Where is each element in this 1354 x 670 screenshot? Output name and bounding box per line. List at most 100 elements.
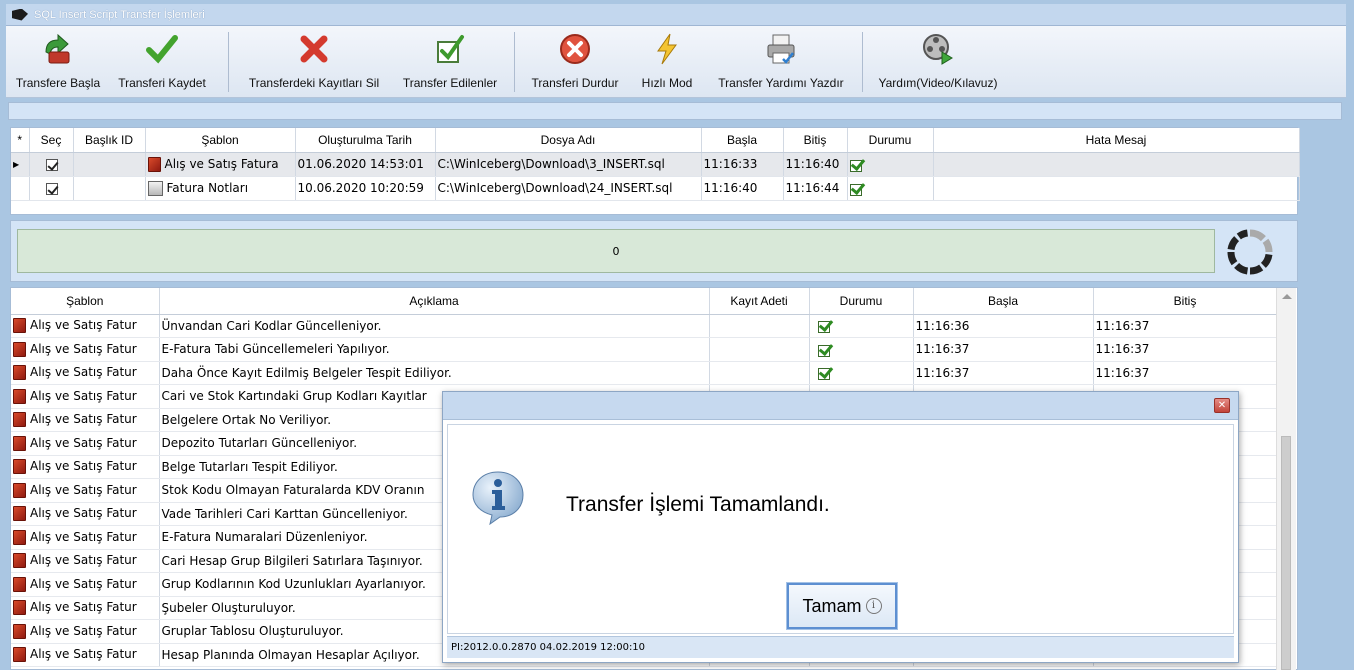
stop-icon — [560, 34, 590, 64]
select-checkbox[interactable] — [29, 152, 74, 177]
invoice-icon — [13, 623, 26, 639]
stop-transfer-button[interactable]: Transferi Durdur — [522, 26, 628, 96]
info-icon — [472, 471, 524, 525]
table-row[interactable]: Alış ve Satış Fatur Ünvandan Cari Kodlar … — [11, 314, 1278, 338]
template-cell: Alış ve Satış Fatur — [11, 314, 160, 338]
invoice-icon — [13, 482, 26, 498]
invoice-icon — [13, 647, 26, 663]
header-start[interactable]: Başla — [913, 288, 1094, 315]
header-error-message[interactable]: Hata Mesaj — [933, 128, 1300, 153]
header-template[interactable]: Şablon — [145, 128, 296, 153]
toolbar-separator — [862, 32, 863, 92]
save-transfer-button[interactable]: Transferi Kaydet — [116, 26, 208, 96]
invoice-icon — [13, 459, 26, 475]
delete-x-icon — [300, 35, 328, 63]
header-title-id[interactable]: Başlık ID — [73, 128, 146, 153]
end-cell: 11:16:37 — [1093, 314, 1278, 338]
close-icon[interactable]: ✕ — [1214, 398, 1230, 413]
printer-icon — [767, 34, 795, 64]
header-description[interactable]: Açıklama — [159, 288, 710, 315]
title-id-cell — [73, 152, 146, 177]
help-video-guide-button[interactable]: Yardım(Video/Kılavuz) — [870, 26, 1006, 96]
dialog-body: Transfer İşlemi Tamamlandı. Tamam i — [447, 424, 1234, 634]
transferred-items-button[interactable]: Transfer Edilenler — [394, 26, 506, 96]
invoice-icon — [147, 156, 161, 172]
row-indicator-icon: ▶ — [11, 152, 30, 177]
table-row[interactable]: Fatura Notları 10.06.2020 10:20:59 C:\Wi… — [11, 176, 1300, 201]
record-count-cell — [709, 314, 810, 338]
status-cell — [847, 152, 934, 177]
table-row[interactable]: Alış ve Satış Fatur Daha Önce Kayıt Edilm… — [11, 361, 1278, 385]
header-record-count[interactable]: Kayıt Adeti — [709, 288, 810, 315]
table-row[interactable]: ▶ Alış ve Satış Fatura 01.06.2020 14:53:… — [11, 152, 1300, 177]
description-cell: Ünvandan Cari Kodlar Güncelleniyor. — [159, 314, 710, 338]
template-cell: Alış ve Satış Fatur — [11, 502, 160, 526]
success-check-icon — [817, 344, 832, 357]
print-transfer-help-button[interactable]: Transfer Yardımı Yazdır — [708, 26, 854, 96]
template-cell: Alış ve Satış Fatur — [11, 596, 160, 620]
loading-spinner-icon — [1227, 229, 1273, 275]
template-cell: Alış ve Satış Fatur — [11, 549, 160, 573]
scrollbar-thumb[interactable] — [1281, 436, 1291, 670]
lightning-icon — [657, 33, 677, 65]
app-icon — [12, 8, 28, 21]
header-status[interactable]: Durumu — [809, 288, 914, 315]
invoice-icon — [13, 553, 26, 569]
delete-transfer-records-button[interactable]: Transferdeki Kayıtları Sil — [240, 26, 388, 96]
select-checkbox[interactable] — [29, 176, 74, 201]
invoice-icon — [13, 318, 26, 334]
info-small-icon: i — [865, 598, 882, 614]
header-end[interactable]: Bitiş — [1093, 288, 1278, 315]
invoice-icon — [13, 412, 26, 428]
group-panel-strip — [8, 102, 1342, 120]
template-cell: Alış ve Satış Fatur — [11, 478, 160, 503]
success-check-icon — [817, 367, 832, 381]
toolbar: Transfere Başla Transferi Kaydet Transfe… — [6, 26, 1346, 98]
file-name-cell: C:\WinIceberg\Download\3_INSERT.sql — [435, 152, 702, 177]
start-transfer-button[interactable]: Transfere Başla — [10, 26, 106, 96]
template-cell: Alış ve Satış Fatur — [11, 337, 160, 362]
right-side-panel — [1300, 122, 1342, 670]
record-count-cell — [709, 361, 810, 385]
invoice-icon — [13, 576, 26, 592]
template-cell: Alış ve Satış Fatur — [11, 525, 160, 550]
invoice-icon — [13, 435, 26, 451]
description-cell: E-Fatura Tabi Güncellemeleri Yapılıyor. — [159, 337, 710, 362]
scroll-up-arrow-icon[interactable] — [1282, 294, 1292, 299]
header-indicator: * — [11, 128, 30, 153]
header-status[interactable]: Durumu — [847, 128, 934, 153]
table-row[interactable]: Alış ve Satış Fatur E-Fatura Tabi Güncell… — [11, 337, 1278, 362]
header-select[interactable]: Seç — [29, 128, 74, 153]
header-created-date[interactable]: Oluşturulma Tarih — [295, 128, 436, 153]
template-cell: Alış ve Satış Fatur — [11, 384, 160, 409]
toolbar-separator — [228, 32, 229, 92]
start-cell: 11:16:33 — [701, 152, 784, 177]
header-file-name[interactable]: Dosya Adı — [435, 128, 702, 153]
created-date-cell: 10.06.2020 10:20:59 — [295, 176, 436, 201]
template-cell: Fatura Notları — [145, 176, 296, 201]
checkmark-icon — [146, 35, 178, 64]
checkbox-icon — [46, 158, 58, 171]
template-cell: Alış ve Satış Fatur — [11, 572, 160, 597]
header-template[interactable]: Şablon — [11, 288, 160, 315]
film-reel-icon — [923, 34, 953, 65]
start-cell: 11:16:36 — [913, 314, 1094, 338]
end-cell: 11:16:44 — [783, 176, 848, 201]
description-cell: Daha Önce Kayıt Edilmiş Belgeler Tespit … — [159, 361, 710, 385]
progress-bar: 0 — [17, 229, 1215, 273]
error-message-cell — [933, 176, 1300, 201]
fast-mode-button[interactable]: Hızlı Mod — [632, 26, 702, 96]
vertical-scrollbar[interactable] — [1276, 288, 1296, 670]
header-start[interactable]: Başla — [701, 128, 784, 153]
header-end[interactable]: Bitiş — [783, 128, 848, 153]
invoice-icon — [13, 341, 26, 357]
row-indicator-cell — [11, 176, 30, 201]
created-date-cell: 01.06.2020 14:53:01 — [295, 152, 436, 177]
ok-button[interactable]: Tamam i — [786, 582, 898, 630]
template-cell: Alış ve Satış Fatur — [11, 361, 160, 385]
toolbar-separator — [514, 32, 515, 92]
file-name-cell: C:\WinIceberg\Download\24_INSERT.sql — [435, 176, 702, 201]
success-check-icon — [849, 183, 864, 196]
record-count-cell — [709, 337, 810, 362]
template-cell: Alış ve Satış Fatur — [11, 619, 160, 644]
